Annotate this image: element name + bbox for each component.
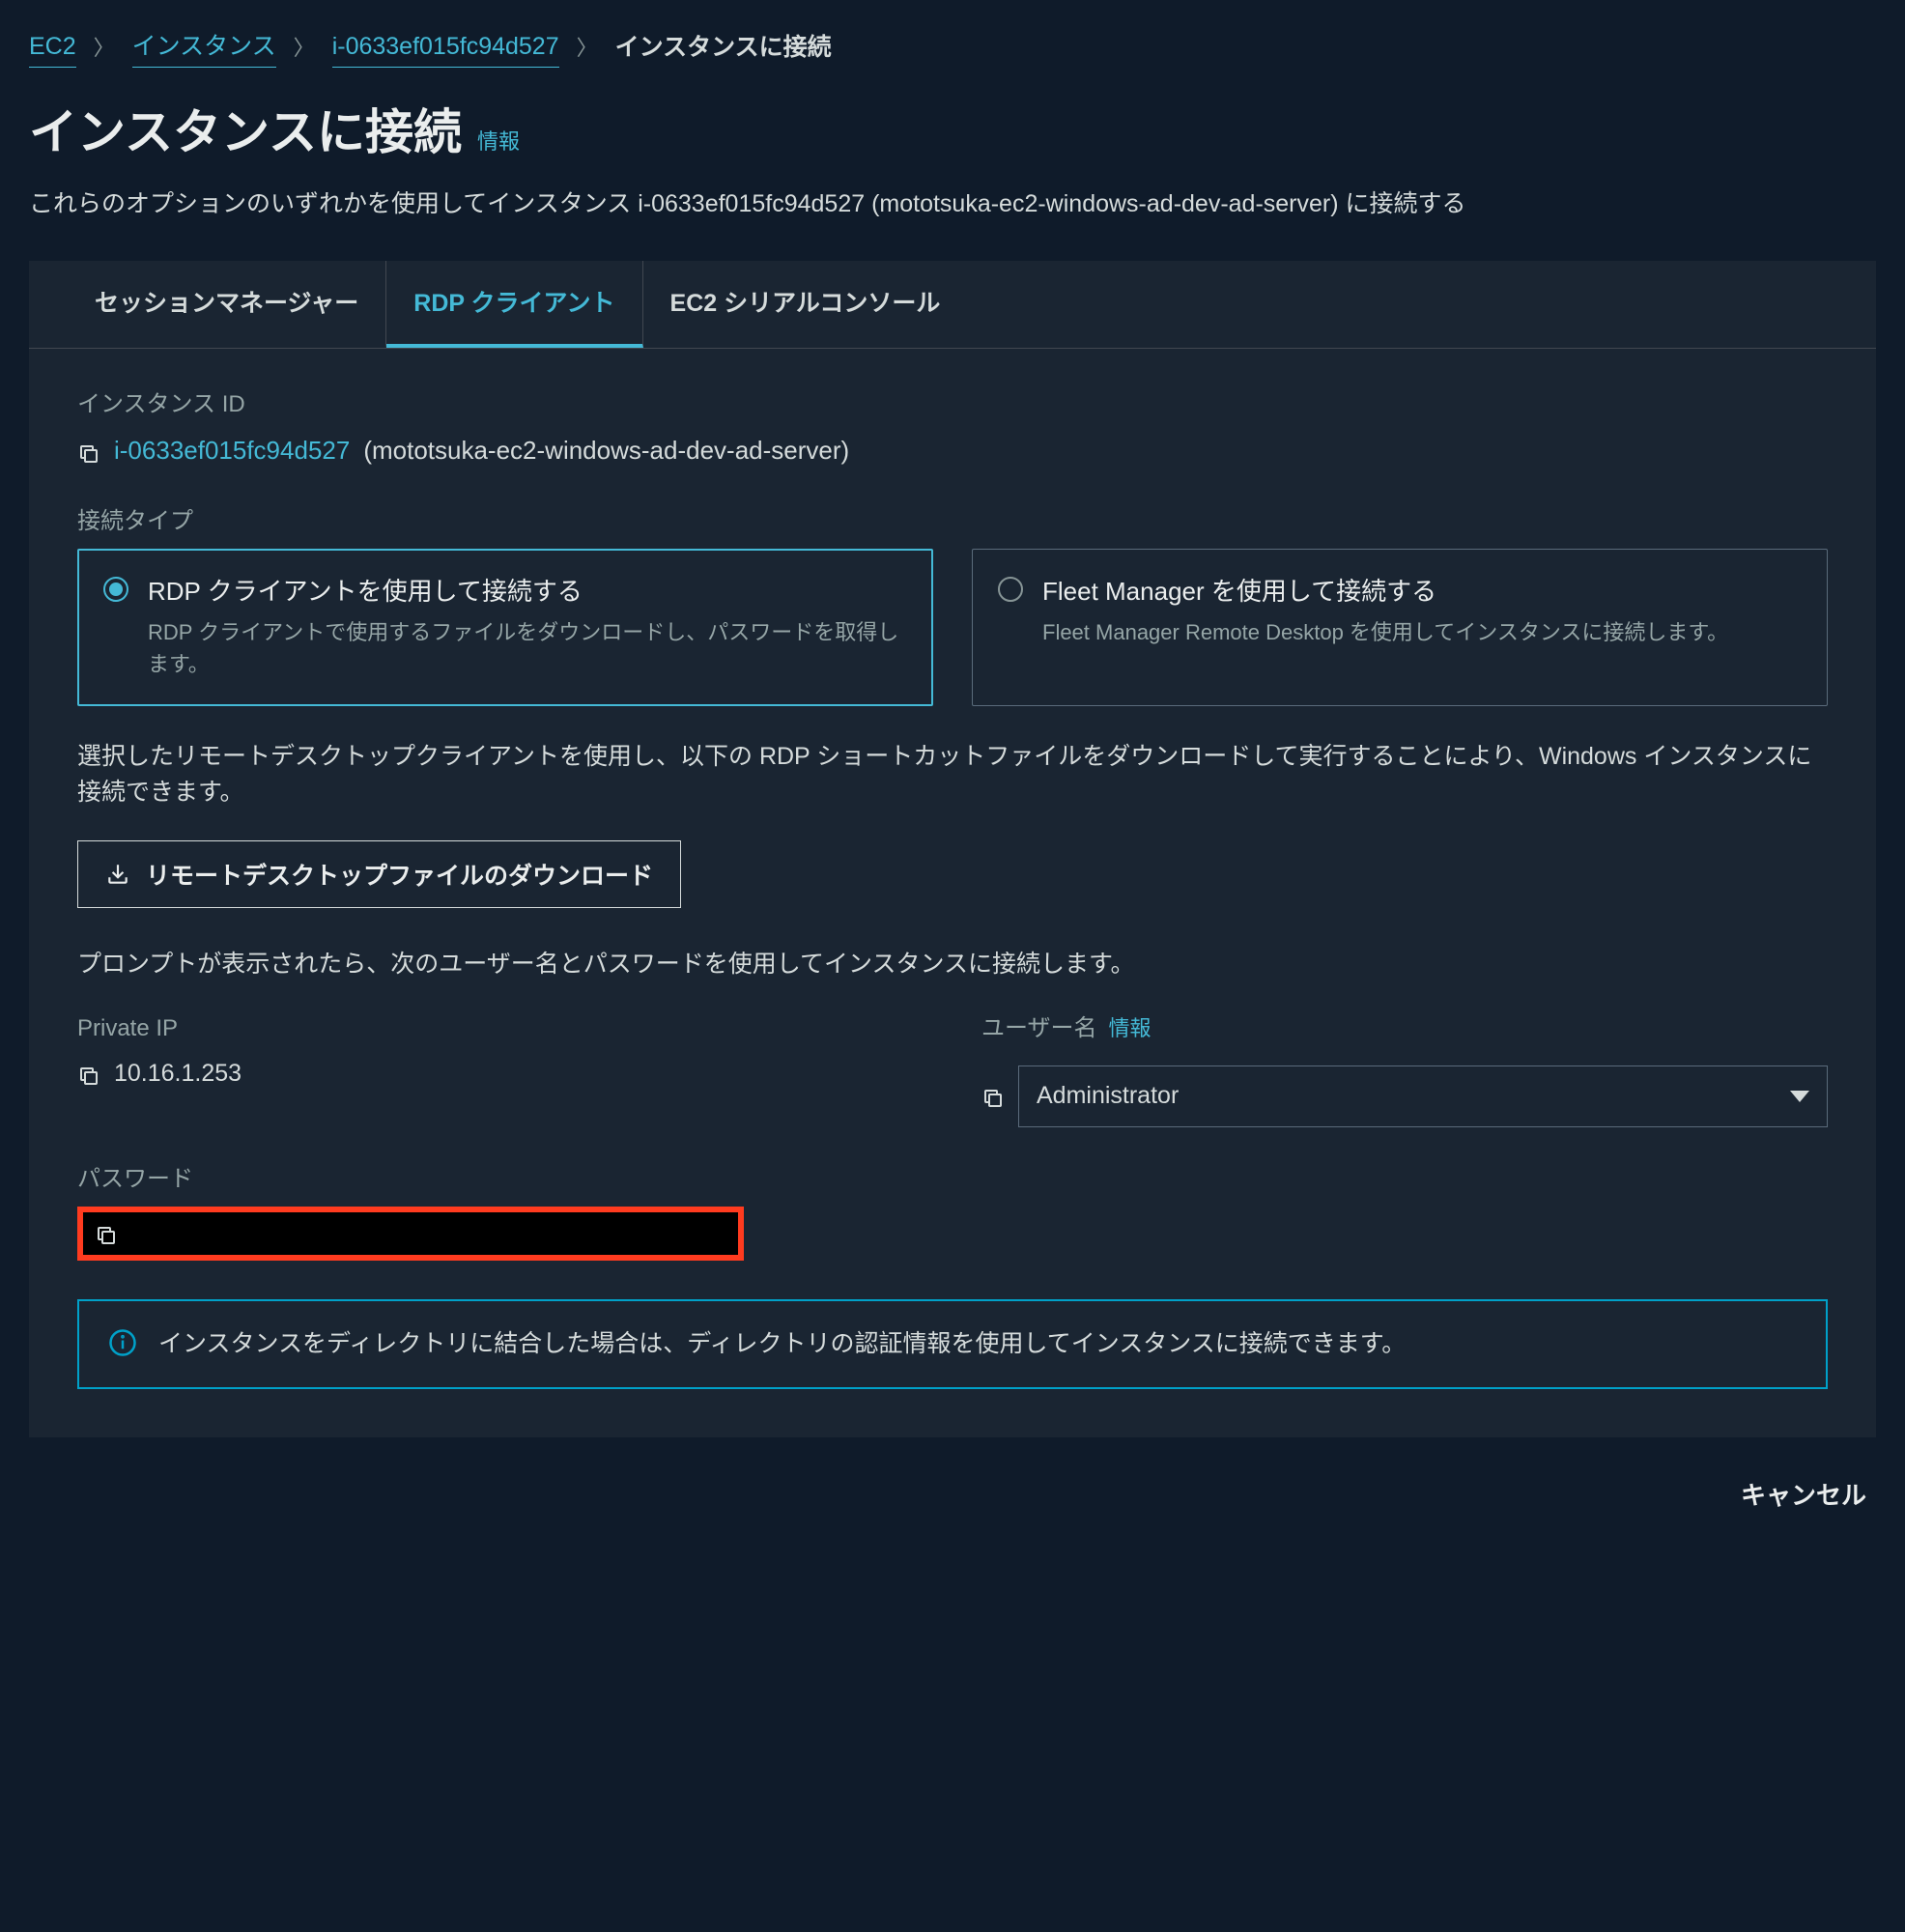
radio-title: Fleet Manager を使用して接続する [1042, 573, 1728, 611]
password-label: パスワード [77, 1162, 1828, 1197]
breadcrumb: EC2 〉 インスタンス 〉 i-0633ef015fc94d527 〉 インス… [29, 29, 1876, 68]
instance-id-row: i-0633ef015fc94d527 (mototsuka-ec2-windo… [77, 432, 1828, 469]
username-col: ユーザー名 情報 Administrator [981, 1011, 1828, 1127]
username-select[interactable]: Administrator [1018, 1065, 1828, 1127]
breadcrumb-link-instanceid[interactable]: i-0633ef015fc94d527 [332, 29, 559, 68]
radio-rdp-client[interactable]: RDP クライアントを使用して接続する RDP クライアントで使用するファイルを… [77, 549, 933, 706]
instance-id-link[interactable]: i-0633ef015fc94d527 [114, 432, 350, 469]
connection-type-radios: RDP クライアントを使用して接続する RDP クライアントで使用するファイルを… [77, 549, 1828, 706]
info-link[interactable]: 情報 [477, 126, 520, 157]
username-label: ユーザー名 [981, 1011, 1097, 1046]
radio-icon [998, 577, 1023, 602]
page-description: これらのオプションのいずれかを使用してインスタンス i-0633ef015fc9… [29, 186, 1876, 223]
radio-icon [103, 577, 128, 602]
page-title-row: インスタンスに接続 情報 [29, 97, 1876, 169]
radio-title: RDP クライアントを使用して接続する [148, 573, 907, 611]
private-ip-label: Private IP [77, 1011, 924, 1046]
radio-desc: Fleet Manager Remote Desktop を使用してインスタンス… [1042, 616, 1728, 648]
breadcrumb-current: インスタンスに接続 [615, 30, 832, 67]
username-info-link[interactable]: 情報 [1109, 1012, 1152, 1044]
directory-info-alert: インスタンスをディレクトリに結合した場合は、ディレクトリの認証情報を使用してイン… [77, 1299, 1828, 1390]
username-value-row: Administrator [981, 1065, 1828, 1127]
tab-bar: セッションマネージャー RDP クライアント EC2 シリアルコンソール [29, 261, 1876, 349]
password-value-redacted [77, 1207, 744, 1261]
tab-session-manager[interactable]: セッションマネージャー [68, 261, 386, 348]
credentials-row: Private IP 10.16.1.253 ユーザー名 情報 [77, 1011, 1828, 1127]
copy-icon[interactable] [981, 1085, 1005, 1108]
page-title: インスタンスに接続 [29, 97, 462, 169]
radio-fleet-manager[interactable]: Fleet Manager を使用して接続する Fleet Manager Re… [972, 549, 1828, 706]
instance-id-label: インスタンス ID [77, 387, 1828, 422]
copy-icon[interactable] [95, 1222, 118, 1245]
chevron-right-icon: 〉 [294, 32, 315, 64]
connection-type-label: 接続タイプ [77, 504, 1828, 539]
username-value: Administrator [1037, 1078, 1179, 1115]
chevron-right-icon: 〉 [577, 32, 598, 64]
breadcrumb-link-instances[interactable]: インスタンス [132, 29, 276, 68]
connect-panel: セッションマネージャー RDP クライアント EC2 シリアルコンソール インス… [29, 261, 1876, 1437]
download-rdp-button[interactable]: リモートデスクトップファイルのダウンロード [77, 840, 681, 908]
rdp-help-text-2: プロンプトが表示されたら、次のユーザー名とパスワードを使用してインスタンスに接続… [77, 947, 1828, 983]
copy-icon[interactable] [77, 1063, 100, 1086]
private-ip-value-row: 10.16.1.253 [77, 1056, 924, 1093]
chevron-right-icon: 〉 [94, 32, 115, 64]
directory-info-text: インスタンスをディレクトリに結合した場合は、ディレクトリの認証情報を使用してイン… [158, 1326, 1406, 1363]
breadcrumb-link-ec2[interactable]: EC2 [29, 29, 76, 68]
tab-serial-console[interactable]: EC2 シリアルコンソール [643, 261, 968, 348]
instance-name: (mototsuka-ec2-windows-ad-dev-ad-server) [363, 432, 849, 469]
rdp-help-text-1: 選択したリモートデスクトップクライアントを使用し、以下の RDP ショートカット… [77, 739, 1828, 811]
private-ip-value: 10.16.1.253 [114, 1056, 242, 1093]
download-button-label: リモートデスクトップファイルのダウンロード [146, 857, 653, 892]
radio-desc: RDP クライアントで使用するファイルをダウンロードし、パスワードを取得します。 [148, 616, 907, 680]
chevron-down-icon [1790, 1091, 1809, 1102]
cancel-button[interactable]: キャンセル [1741, 1476, 1866, 1512]
private-ip-col: Private IP 10.16.1.253 [77, 1011, 924, 1127]
footer-row: キャンセル [29, 1437, 1876, 1531]
tab-rdp-client[interactable]: RDP クライアント [386, 261, 642, 348]
info-icon [108, 1328, 137, 1357]
download-icon [105, 862, 130, 887]
panel-body: インスタンス ID i-0633ef015fc94d527 (mototsuka… [29, 349, 1876, 1438]
copy-icon[interactable] [77, 439, 100, 462]
